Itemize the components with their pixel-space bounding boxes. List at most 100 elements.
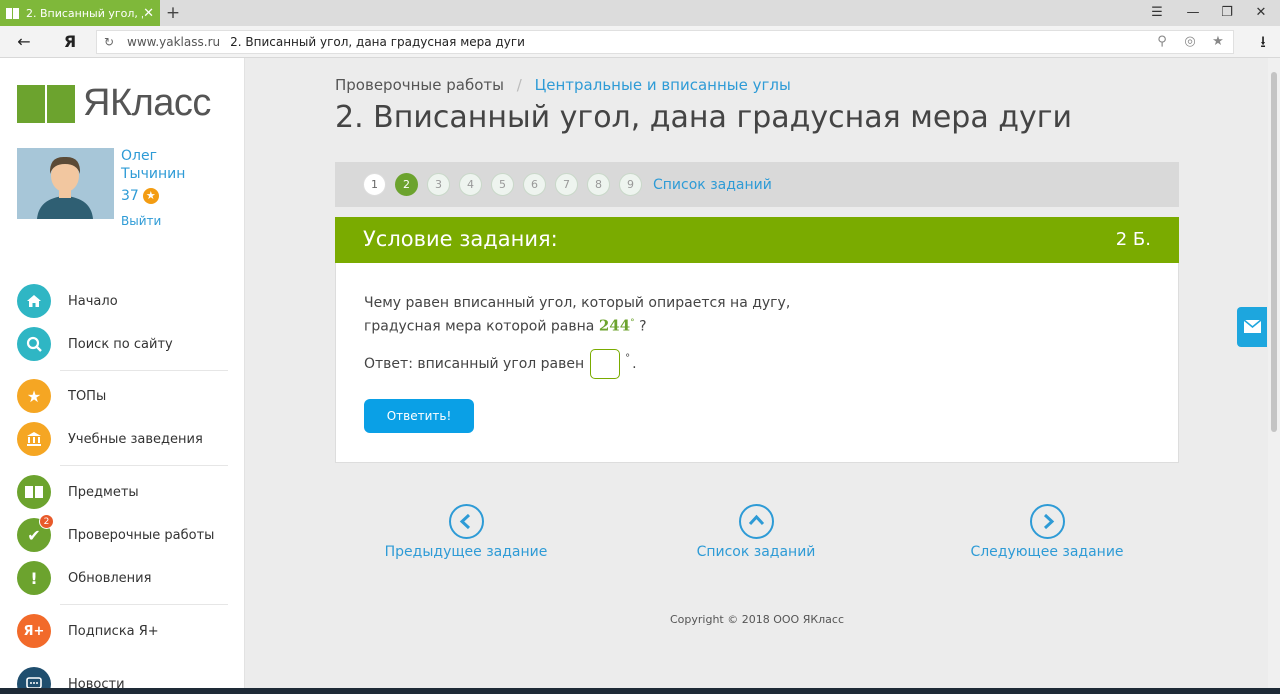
task-header: Условие задания: 2 Б.: [335, 217, 1179, 263]
scrollbar[interactable]: [1268, 58, 1280, 690]
yaklass-favicon-icon: [6, 7, 20, 19]
menu-divider: [60, 604, 228, 605]
breadcrumb-item[interactable]: Проверочные работы: [335, 76, 504, 94]
exclamation-icon: !: [17, 561, 51, 595]
protect-icon[interactable]: ◎: [1181, 33, 1199, 51]
mail-icon: [1243, 319, 1262, 333]
breadcrumb-link[interactable]: Центральные и вписанные углы: [535, 76, 791, 94]
task-list-nav-link[interactable]: Список заданий: [656, 544, 856, 560]
institution-icon: [17, 422, 51, 456]
chevron-up-icon[interactable]: [738, 504, 774, 539]
page-1-button[interactable]: 1: [363, 173, 386, 196]
notification-badge: 2: [39, 514, 54, 529]
download-icon[interactable]: ⭳: [1251, 30, 1275, 54]
tab-title: 2. Вписанный угол, дана градусная мера д…: [26, 6, 143, 20]
task-body: Чему равен вписанный угол, который опира…: [335, 263, 1179, 463]
task-list-link[interactable]: Список заданий: [653, 177, 772, 193]
sidebar-item-search[interactable]: Поиск по сайту: [17, 326, 229, 362]
page-7-button[interactable]: 7: [555, 173, 578, 196]
page-9-button[interactable]: 9: [619, 173, 642, 196]
browser-menu-icon[interactable]: ☰: [1140, 0, 1174, 26]
sidebar-item-label: Обновления: [68, 570, 152, 586]
next-task-link[interactable]: Следующее задание: [947, 544, 1147, 560]
question-line-1: Чему равен вписанный угол, который опира…: [364, 295, 791, 311]
browser-tab[interactable]: 2. Вписанный угол, дана градусная мера д…: [0, 0, 160, 26]
feedback-mail-button[interactable]: [1237, 307, 1267, 347]
avatar[interactable]: [17, 148, 114, 219]
task-list-nav[interactable]: Список заданий: [656, 504, 856, 560]
page-3-button[interactable]: 3: [427, 173, 450, 196]
user-last-name[interactable]: Тычинин: [121, 166, 185, 182]
sidebar-item-label: Поиск по сайту: [68, 336, 173, 352]
url-field[interactable]: ↻ www.yaklass.ru 2. Вписанный угол, дана…: [96, 30, 1234, 54]
page-2-button[interactable]: 2: [395, 173, 418, 196]
zoom-icon[interactable]: ⚲: [1153, 33, 1171, 51]
submit-button[interactable]: Ответить!: [364, 399, 474, 433]
prev-task-link[interactable]: Предыдущее задание: [366, 544, 566, 560]
sidebar-item-label: Подписка Я+: [68, 623, 159, 639]
sidebar-item-institutions[interactable]: Учебные заведения: [17, 421, 229, 457]
home-icon: [17, 284, 51, 318]
sidebar: ЯКласс Олег Тычинин 37 ★ Выйти Начало По…: [0, 58, 245, 694]
next-task-nav[interactable]: Следующее задание: [947, 504, 1147, 560]
arc-degree: °: [630, 318, 635, 328]
menu-divider: [60, 370, 228, 371]
sidebar-item-tops[interactable]: ★ ТОПы: [17, 378, 229, 414]
sidebar-item-updates[interactable]: ! Обновления: [17, 560, 229, 596]
search-icon: [17, 327, 51, 361]
close-window-icon[interactable]: ✕: [1244, 0, 1278, 26]
menu-divider: [60, 465, 228, 466]
copyright: Copyright © 2018 ООО ЯКласс: [669, 613, 845, 626]
yaklass-logo[interactable]: ЯКласс: [17, 82, 211, 125]
task-question: Чему равен вписанный угол, который опира…: [364, 293, 790, 337]
sidebar-item-label: Начало: [68, 293, 118, 309]
scrollbar-thumb[interactable]: [1271, 72, 1277, 432]
sidebar-item-label: ТОПы: [68, 388, 107, 404]
task-points: 2 Б.: [1115, 229, 1151, 250]
reload-icon[interactable]: ↻: [97, 35, 121, 49]
logout-link[interactable]: Выйти: [121, 214, 161, 228]
close-tab-icon[interactable]: ✕: [143, 6, 154, 21]
address-bar: ← Я ↻ www.yaklass.ru 2. Вписанный угол, …: [0, 26, 1280, 58]
question-line-2: градусная мера которой равна: [364, 318, 595, 335]
book-icon: [17, 475, 51, 509]
page-title: 2. Вписанный угол, дана градусная мера д…: [335, 100, 1073, 135]
answer-label: Ответ: вписанный угол равен: [364, 356, 585, 372]
arc-value: 244: [598, 316, 631, 335]
prev-task-nav[interactable]: Предыдущее задание: [366, 504, 566, 560]
logo-text: ЯКласс: [83, 82, 211, 124]
sidebar-item-label: Учебные заведения: [68, 431, 203, 447]
question-mark: ?: [639, 318, 647, 335]
page-4-button[interactable]: 4: [459, 173, 482, 196]
ya-plus-icon: Я+: [17, 614, 51, 648]
page-8-button[interactable]: 8: [587, 173, 610, 196]
url-domain: www.yaklass.ru: [127, 35, 221, 49]
bookmark-star-icon[interactable]: ★: [1209, 33, 1227, 51]
url-page-title: 2. Вписанный угол, дана градусная мера д…: [230, 35, 525, 49]
answer-input[interactable]: [590, 349, 621, 379]
yandex-icon[interactable]: Я: [58, 30, 82, 54]
page-5-button[interactable]: 5: [491, 173, 514, 196]
sidebar-item-subjects[interactable]: Предметы: [17, 474, 229, 510]
restore-icon[interactable]: ❐: [1210, 0, 1244, 26]
minimize-icon[interactable]: —: [1176, 0, 1210, 26]
sidebar-item-home[interactable]: Начало: [17, 283, 229, 319]
breadcrumb: Проверочные работы / Центральные и вписа…: [335, 76, 791, 94]
chevron-right-icon[interactable]: [1029, 504, 1065, 539]
back-button[interactable]: ←: [12, 30, 36, 54]
star-icon: ★: [142, 188, 159, 204]
user-profile: Олег Тычинин 37 ★ Выйти: [17, 148, 237, 228]
answer-row: Ответ: вписанный угол равен ° .: [364, 349, 637, 379]
page-6-button[interactable]: 6: [523, 173, 546, 196]
star-icon: ★: [17, 379, 51, 413]
user-first-name[interactable]: Олег: [121, 148, 157, 164]
new-tab-button[interactable]: +: [163, 2, 183, 24]
chevron-left-icon[interactable]: [448, 504, 484, 539]
book-logo-icon: [17, 84, 75, 123]
sidebar-item-subscription[interactable]: Я+ Подписка Я+: [17, 613, 229, 649]
check-icon: ✔ 2: [17, 514, 54, 552]
sidebar-item-tests[interactable]: ✔ 2 Проверочные работы: [17, 514, 229, 553]
points-value: 37: [121, 188, 139, 204]
task-header-title: Условие задания:: [363, 227, 558, 251]
sidebar-item-label: Проверочные работы: [68, 527, 215, 543]
